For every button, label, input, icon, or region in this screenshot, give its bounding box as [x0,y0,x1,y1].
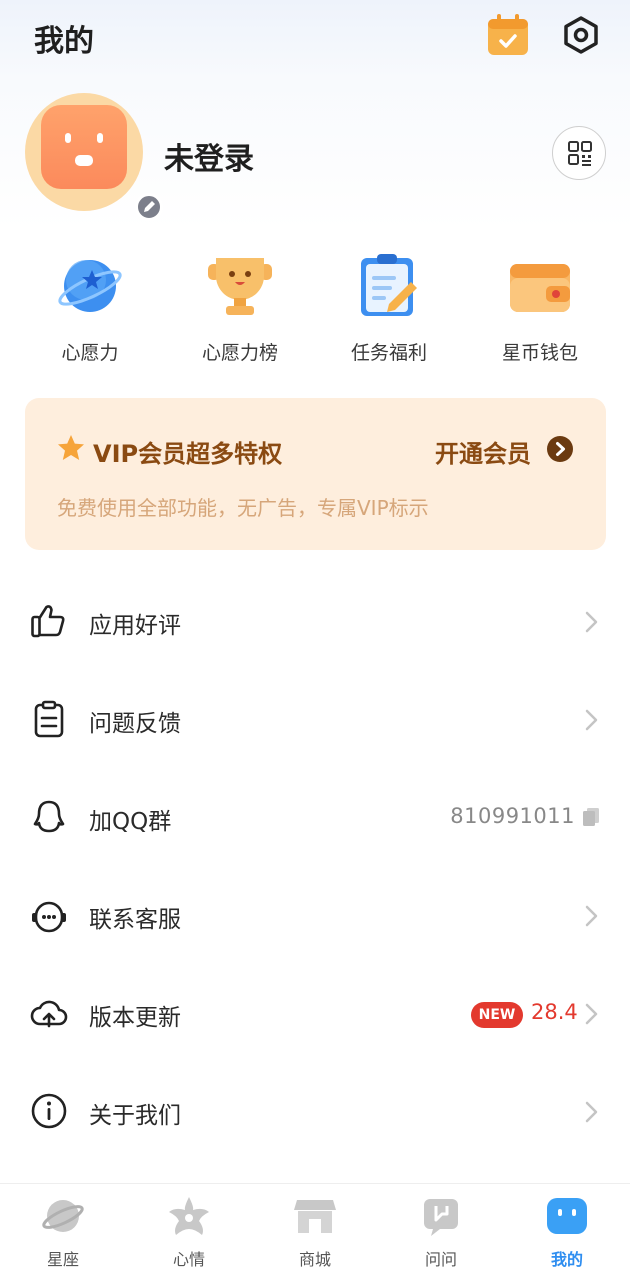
open-vip-button[interactable]: 开通会员 [435,434,531,469]
tab-label: 我的 [550,1250,583,1269]
wallet-icon [506,252,574,320]
qq-penguin-icon [30,798,68,836]
menu-item-label: 联系客服 [89,907,181,933]
star-flower-icon [167,1194,211,1238]
bottom-tab-bar: 星座 心情 商城 问问 我的 [0,1183,630,1280]
chevron-right-icon [582,1002,600,1026]
tab-mine[interactable]: 我的 [504,1184,630,1280]
chevron-right-icon [582,610,600,634]
vip-title: VIP会员超多特权 [93,440,283,468]
store-icon [293,1194,337,1238]
robot-face-avatar [41,105,127,189]
qr-code-button[interactable] [552,126,606,180]
menu-item-customer-service[interactable]: 联系客服 [0,866,630,964]
arrow-right-circle-icon[interactable] [547,436,573,462]
menu-item-label: 版本更新 [89,1005,181,1031]
menu-item-qq-group[interactable]: 加QQ群 810991011 [0,768,630,866]
page-title: 我的 [34,24,94,59]
top-bar: 我的 [0,0,630,80]
quick-action-label: 任务福利 [350,342,427,364]
tab-store[interactable]: 商城 [252,1184,378,1280]
menu-item-rate-app[interactable]: 应用好评 [0,572,630,670]
quick-action-task-rewards[interactable]: 任务福利 [314,248,464,368]
tab-mood[interactable]: 心情 [126,1184,252,1280]
star-icon [57,434,85,462]
chevron-right-icon [582,1100,600,1124]
menu-item-label: 问题反馈 [89,711,181,737]
chat-square-icon [419,1194,463,1238]
chevron-right-icon [582,904,600,928]
qr-code-icon [568,141,592,166]
tab-label: 问问 [424,1250,457,1269]
quick-action-wish-power[interactable]: 心愿力 [15,248,165,368]
settings-icon[interactable] [560,14,602,56]
planet-star-icon [56,252,124,320]
cloud-upload-icon [30,994,68,1032]
vip-description: 免费使用全部功能，无广告，专属VIP标示 [57,496,429,520]
tab-label: 星座 [46,1250,79,1269]
profile-section: 未登录 [0,80,630,230]
clipboard-icon [30,700,68,738]
chevron-right-icon [582,708,600,732]
thumbs-up-icon [30,602,68,640]
menu-item-version-update[interactable]: 版本更新 NEW 28.4 [0,964,630,1062]
menu-item-feedback[interactable]: 问题反馈 [0,670,630,768]
quick-action-label: 心愿力榜 [201,342,278,364]
quick-action-wish-ranking[interactable]: 心愿力榜 [165,248,315,368]
chat-bot-icon [30,896,68,934]
robot-face-icon [545,1194,589,1238]
pencil-icon[interactable] [135,193,163,221]
tab-label: 心情 [172,1250,205,1269]
tab-horoscope[interactable]: 星座 [0,1184,126,1280]
username-label[interactable]: 未登录 [164,134,254,178]
trophy-icon [206,252,274,320]
copy-icon[interactable] [582,807,600,827]
vip-banner[interactable]: VIP会员超多特权 开通会员 免费使用全部功能，无广告，专属VIP标示 [25,398,606,550]
planet-icon [41,1194,85,1238]
tab-label: 商城 [298,1250,331,1269]
info-icon [30,1092,68,1130]
quick-action-label: 星币钱包 [501,342,578,364]
clipboard-pencil-icon [355,252,423,320]
quick-action-star-wallet[interactable]: 星币钱包 [465,248,615,368]
version-number: 28.4 [531,1000,578,1024]
tab-ask[interactable]: 问问 [378,1184,504,1280]
menu-item-label: 加QQ群 [89,809,172,835]
quick-action-label: 心愿力 [61,342,119,364]
menu-item-label: 关于我们 [89,1103,181,1129]
qq-group-number: 810991011 [450,804,575,828]
avatar[interactable] [25,93,163,221]
calendar-check-icon[interactable] [486,13,530,57]
new-badge: NEW [471,1002,523,1028]
menu-item-label: 应用好评 [89,613,181,639]
menu-item-about-us[interactable]: 关于我们 [0,1062,630,1160]
